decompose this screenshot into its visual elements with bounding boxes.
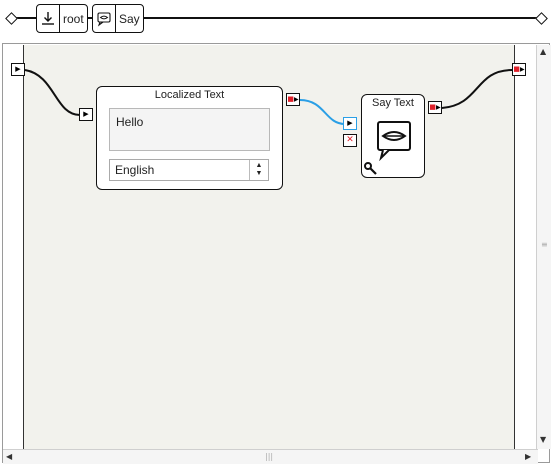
speech-bubble-lips-icon <box>377 121 411 165</box>
play-icon: ▶ <box>83 110 89 118</box>
behavior-input-port[interactable]: ▶ <box>11 63 25 76</box>
localized-text-box[interactable]: Localized Text Hello English ▲ ▼ <box>96 86 283 190</box>
localized-text-input[interactable]: Hello <box>109 108 270 151</box>
stop-play-icon: ■ <box>287 95 294 103</box>
wire-input-to-localized <box>24 69 81 116</box>
language-select-value: English <box>115 163 155 177</box>
connection-wires <box>24 69 513 125</box>
select-updown-icon: ▲ ▼ <box>249 160 268 180</box>
wire-say-to-output <box>441 69 513 109</box>
say-text-output-port[interactable]: ■ ▶ <box>428 101 442 114</box>
say-text-onstart-port[interactable]: ▶ <box>343 117 357 130</box>
language-select[interactable]: English ▲ ▼ <box>109 159 269 181</box>
stop-play-icon: ■ <box>429 103 436 111</box>
say-text-onstop-port[interactable]: ✕ <box>343 134 357 147</box>
stop-x-icon: ✕ <box>346 135 354 145</box>
localized-text-output-port[interactable]: ■ ▶ <box>286 93 300 106</box>
play-icon: ▶ <box>15 65 21 73</box>
say-text-box[interactable]: Say Text <box>361 94 425 178</box>
say-text-title: Say Text <box>372 97 414 109</box>
stop-play-icon: ■ <box>513 65 520 73</box>
behavior-output-port[interactable]: ■ ▶ <box>512 63 526 76</box>
wrench-icon[interactable] <box>364 161 378 180</box>
play-icon: ▶ <box>347 119 353 127</box>
wire-localized-to-say <box>299 99 346 125</box>
localized-text-title: Localized Text <box>154 89 225 101</box>
localized-text-input-port[interactable]: ▶ <box>79 108 93 121</box>
